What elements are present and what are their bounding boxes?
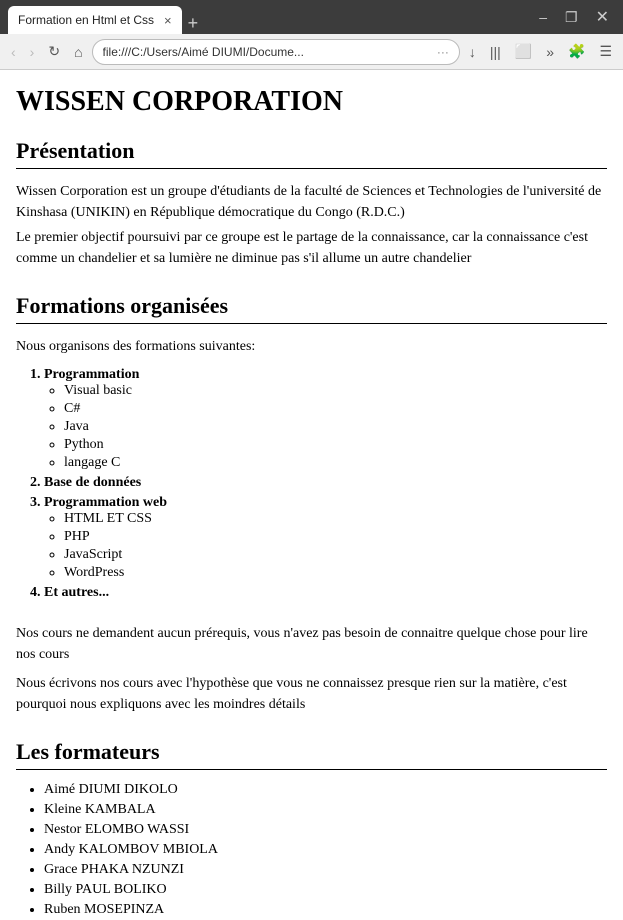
list-item: Base de données [44,475,607,491]
list-item: Billy PAUL BOLIKO [44,882,607,898]
address-more: ··· [437,45,449,59]
sub-list: HTML ET CSS PHP JavaScript WordPress [44,511,607,581]
presentation-paragraph2: Le premier objectif poursuivi par ce gro… [16,227,607,269]
bookmarks-button[interactable]: ||| [485,41,506,63]
list-item: Andy KALOMBOV MBIOLA [44,842,607,858]
formations-note1: Nos cours ne demandent aucun prérequis, … [16,623,607,665]
download-button[interactable]: ↓ [464,41,481,63]
presentation-paragraph1: Wissen Corporation est un groupe d'étudi… [16,181,607,223]
list-item: Grace PHAKA NZUNZI [44,862,607,878]
list-item: Python [64,437,607,453]
formateurs-list: Aimé DIUMI DIKOLO Kleine KAMBALA Nestor … [16,782,607,920]
window-controls: – ❐ ✕ [533,7,615,27]
new-tab-button[interactable]: + [188,13,199,34]
list-item: Java [64,419,607,435]
list-item: langage C [64,455,607,471]
title-bar: Formation en Html et Css × + – ❐ ✕ [0,0,623,34]
formations-intro: Nous organisons des formations suivantes… [16,336,607,357]
list-item-label: Programmation web [44,495,167,510]
list-item: HTML ET CSS [64,511,607,527]
address-bar[interactable]: file:///C:/Users/Aimé DIUMI/Docume... ··… [92,39,460,65]
tab-title: Formation en Html et Css [18,13,154,27]
list-item: C# [64,401,607,417]
list-item: WordPress [64,565,607,581]
sub-list: Visual basic C# Java Python langage C [44,383,607,471]
list-item: Nestor ELOMBO WASSI [44,822,607,838]
list-item: Aimé DIUMI DIKOLO [44,782,607,798]
menu-button[interactable]: ☰ [594,40,617,63]
back-button[interactable]: ‹ [6,41,21,63]
tab-bar: Formation en Html et Css × + [8,0,198,34]
browser-chrome: Formation en Html et Css × + – ❐ ✕ [0,0,623,34]
list-item: Programmation Visual basic C# Java Pytho… [44,367,607,471]
formations-heading: Formations organisées [16,293,607,324]
formations-list: Programmation Visual basic C# Java Pytho… [16,367,607,601]
active-tab[interactable]: Formation en Html et Css × [8,6,182,34]
list-item: Et autres... [44,585,607,601]
list-item: JavaScript [64,547,607,563]
address-text: file:///C:/Users/Aimé DIUMI/Docume... [103,45,433,59]
nav-right-icons: ↓ ||| ⬜ » 🧩 ☰ [464,40,617,63]
list-item: Programmation web HTML ET CSS PHP JavaSc… [44,495,607,581]
presentation-heading: Présentation [16,138,607,169]
extensions-button[interactable]: 🧩 [563,40,590,63]
formations-section: Formations organisées Nous organisons de… [16,293,607,715]
close-tab-button[interactable]: × [164,13,172,28]
forward-button[interactable]: › [25,41,40,63]
list-item: Ruben MOSEPINZA [44,902,607,918]
site-title: WISSEN CORPORATION [16,86,607,118]
list-item: Kleine KAMBALA [44,802,607,818]
formateurs-heading: Les formateurs [16,739,607,770]
refresh-button[interactable]: ↻ [43,40,65,63]
restore-button[interactable]: ❐ [559,9,584,26]
tab-overview-button[interactable]: ⬜ [510,40,537,63]
home-button[interactable]: ⌂ [69,41,87,63]
more-tools-button[interactable]: » [541,41,559,63]
close-window-button[interactable]: ✕ [590,7,615,27]
list-item: PHP [64,529,607,545]
list-item-label: Programmation [44,367,139,382]
formateurs-section: Les formateurs Aimé DIUMI DIKOLO Kleine … [16,739,607,920]
page-content: WISSEN CORPORATION Présentation Wissen C… [0,70,623,920]
minimize-button[interactable]: – [533,9,553,25]
presentation-section: Présentation Wissen Corporation est un g… [16,138,607,269]
nav-bar: ‹ › ↻ ⌂ file:///C:/Users/Aimé DIUMI/Docu… [0,34,623,70]
formations-note2: Nous écrivons nos cours avec l'hypothèse… [16,673,607,715]
list-item: Visual basic [64,383,607,399]
